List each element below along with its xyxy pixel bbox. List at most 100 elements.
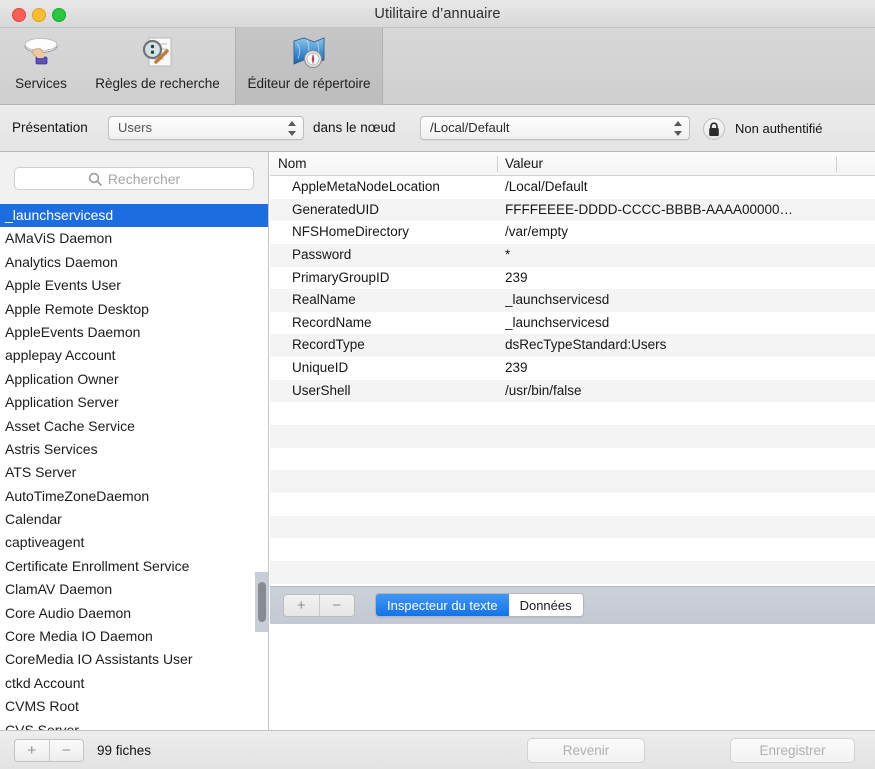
record-list-item[interactable]: ATS Server <box>0 461 268 484</box>
window-title: Utilitaire d’annuaire <box>374 6 501 22</box>
attribute-name: AppleMetaNodeLocation <box>292 179 440 194</box>
attribute-value: * <box>505 246 511 262</box>
attribute-name: Password <box>292 246 352 262</box>
attribute-value: 239 <box>505 269 528 285</box>
attribute-row-empty <box>270 560 875 584</box>
node-label: dans le nœud <box>313 120 396 135</box>
status-bar: + − 99 fiches Revenir Enregistrer <box>0 730 875 769</box>
search-zone: Rechercher <box>0 152 268 204</box>
record-list-item[interactable]: Calendar <box>0 508 268 531</box>
column-divider[interactable] <box>836 156 837 172</box>
inspector-tab-group: Inspecteur du texte Données <box>375 593 584 617</box>
title-bar: Utilitaire d’annuaire <box>0 0 875 28</box>
attribute-name: NFSHomeDirectory <box>292 224 410 240</box>
node-select-value: /Local/Default <box>430 120 510 135</box>
search-input[interactable]: Rechercher <box>14 167 254 190</box>
record-list-item[interactable]: Certificate Enrollment Service <box>0 555 268 578</box>
remove-record-button[interactable]: − <box>50 740 84 761</box>
sidebar-scrollbar-track[interactable] <box>255 572 268 632</box>
attribute-value: dsRecTypeStandard:Users <box>505 337 667 353</box>
record-list-item[interactable]: applepay Account <box>0 344 268 367</box>
column-header-name[interactable]: Nom <box>278 152 307 175</box>
record-list-item[interactable]: CVS Server <box>0 719 268 730</box>
attribute-row-empty <box>270 515 875 539</box>
attribute-value: _launchservicesd <box>505 292 610 308</box>
search-placeholder: Rechercher <box>107 170 181 187</box>
attribute-row[interactable]: PrimaryGroupID 239 <box>270 266 875 290</box>
attribute-row[interactable]: GeneratedUID FFFFEEEE-DDDD-CCCC-BBBB-AAAA… <box>270 198 875 222</box>
attribute-row-empty <box>270 538 875 561</box>
authentication-status: Non authentifié <box>735 121 823 136</box>
record-list-item[interactable]: ctkd Account <box>0 672 268 695</box>
search-rules-icon <box>136 32 180 76</box>
revert-button[interactable]: Revenir <box>527 738 645 763</box>
attribute-add-remove-group: + − <box>283 594 355 617</box>
services-icon <box>19 32 63 76</box>
toolbar-item-services[interactable]: Services <box>2 28 80 105</box>
presentation-select-value: Users <box>118 120 152 135</box>
toolbar-item-search-rules[interactable]: Règles de recherche <box>80 28 235 105</box>
attribute-row-empty <box>270 492 875 516</box>
main-toolbar: Services Règles de recherche Éditeur de … <box>0 28 875 105</box>
attribute-row-empty <box>270 402 875 426</box>
record-list-item[interactable]: CVMS Root <box>0 695 268 718</box>
attribute-value: /usr/bin/false <box>505 382 582 398</box>
record-list-item[interactable]: Analytics Daemon <box>0 251 268 274</box>
record-list-item[interactable]: Core Media IO Daemon <box>0 625 268 648</box>
attribute-row-empty <box>270 447 875 471</box>
add-attribute-button[interactable]: + <box>284 595 320 616</box>
record-list-item[interactable]: Astris Services <box>0 438 268 461</box>
add-record-button[interactable]: + <box>15 740 50 761</box>
record-list-item[interactable]: AppleEvents Daemon <box>0 321 268 344</box>
attribute-row[interactable]: RecordType dsRecTypeStandard:Users <box>270 334 875 358</box>
attribute-value: FFFFEEEE-DDDD-CCCC-BBBB-AAAA00000… <box>505 201 794 217</box>
record-list-item[interactable]: _launchservicesd <box>0 204 268 228</box>
record-list-item[interactable]: Core Audio Daemon <box>0 602 268 625</box>
attribute-name: UserShell <box>292 382 351 398</box>
column-divider[interactable] <box>497 156 498 172</box>
attribute-row[interactable]: RecordName _launchservicesd <box>270 311 875 335</box>
attribute-row[interactable]: UserShell/usr/bin/false <box>270 379 875 403</box>
attribute-row-empty <box>270 470 875 493</box>
search-icon <box>88 172 108 186</box>
column-header-value[interactable]: Valeur <box>505 152 543 175</box>
record-list-item[interactable]: Application Owner <box>0 368 268 391</box>
record-list-item[interactable]: captiveagent <box>0 531 268 554</box>
records-list[interactable]: _launchservicesd AMaViS Daemon Analytics D… <box>0 204 268 730</box>
record-list-item[interactable]: Apple Remote Desktop <box>0 298 268 321</box>
directory-editor-icon <box>287 32 331 76</box>
sidebar-scrollbar-thumb[interactable] <box>258 582 266 622</box>
attribute-name: RealName <box>292 292 356 308</box>
attributes-table-header: Nom Valeur <box>270 152 875 176</box>
presentation-select[interactable]: Users <box>108 116 304 140</box>
record-list-item[interactable]: Apple Events User <box>0 274 268 297</box>
record-list-item[interactable]: AMaViS Daemon <box>0 227 268 250</box>
attribute-name: RecordType <box>292 337 365 353</box>
attribute-row[interactable]: AppleMetaNodeLocation/Local/Default <box>270 176 875 199</box>
attribute-row[interactable]: NFSHomeDirectory/var/empty <box>270 221 875 244</box>
attribute-value: /Local/Default <box>505 179 588 194</box>
tab-text-inspector[interactable]: Inspecteur du texte <box>376 594 509 616</box>
attribute-row[interactable]: UniqueID 239 <box>270 357 875 380</box>
record-list-item[interactable]: Asset Cache Service <box>0 415 268 438</box>
tab-data[interactable]: Données <box>508 594 583 616</box>
node-select[interactable]: /Local/Default <box>420 116 690 140</box>
record-list-item[interactable]: ClamAV Daemon <box>0 578 268 601</box>
view-options-bar: Présentation Users dans le nœud /Local/D… <box>0 105 875 152</box>
remove-attribute-button[interactable]: − <box>320 595 355 616</box>
directory-utility-window: Utilitaire d’annuaire Services Règles de… <box>0 0 875 769</box>
inspector-content-area[interactable] <box>270 624 875 730</box>
toolbar-item-directory-editor[interactable]: Éditeur de répertoire <box>235 28 383 105</box>
attribute-value: 239 <box>505 360 528 376</box>
save-button[interactable]: Enregistrer <box>730 738 855 763</box>
lock-closed-icon[interactable] <box>703 118 725 140</box>
record-list-item[interactable]: AutoTimeZoneDaemon <box>0 485 268 508</box>
record-list-item[interactable]: CoreMedia IO Assistants User <box>0 648 268 671</box>
attribute-row[interactable]: RealName _launchservicesd <box>270 289 875 312</box>
record-list-item[interactable]: Application Server <box>0 391 268 414</box>
attributes-table-body[interactable]: AppleMetaNodeLocation/Local/Default Gener… <box>270 176 875 586</box>
attributes-panel: Nom Valeur AppleMetaNodeLocation/Local/D… <box>270 152 875 730</box>
toolbar-item-label: Services <box>15 76 67 91</box>
attribute-row[interactable]: Password * <box>270 243 875 267</box>
toolbar-item-label: Éditeur de répertoire <box>247 76 371 91</box>
